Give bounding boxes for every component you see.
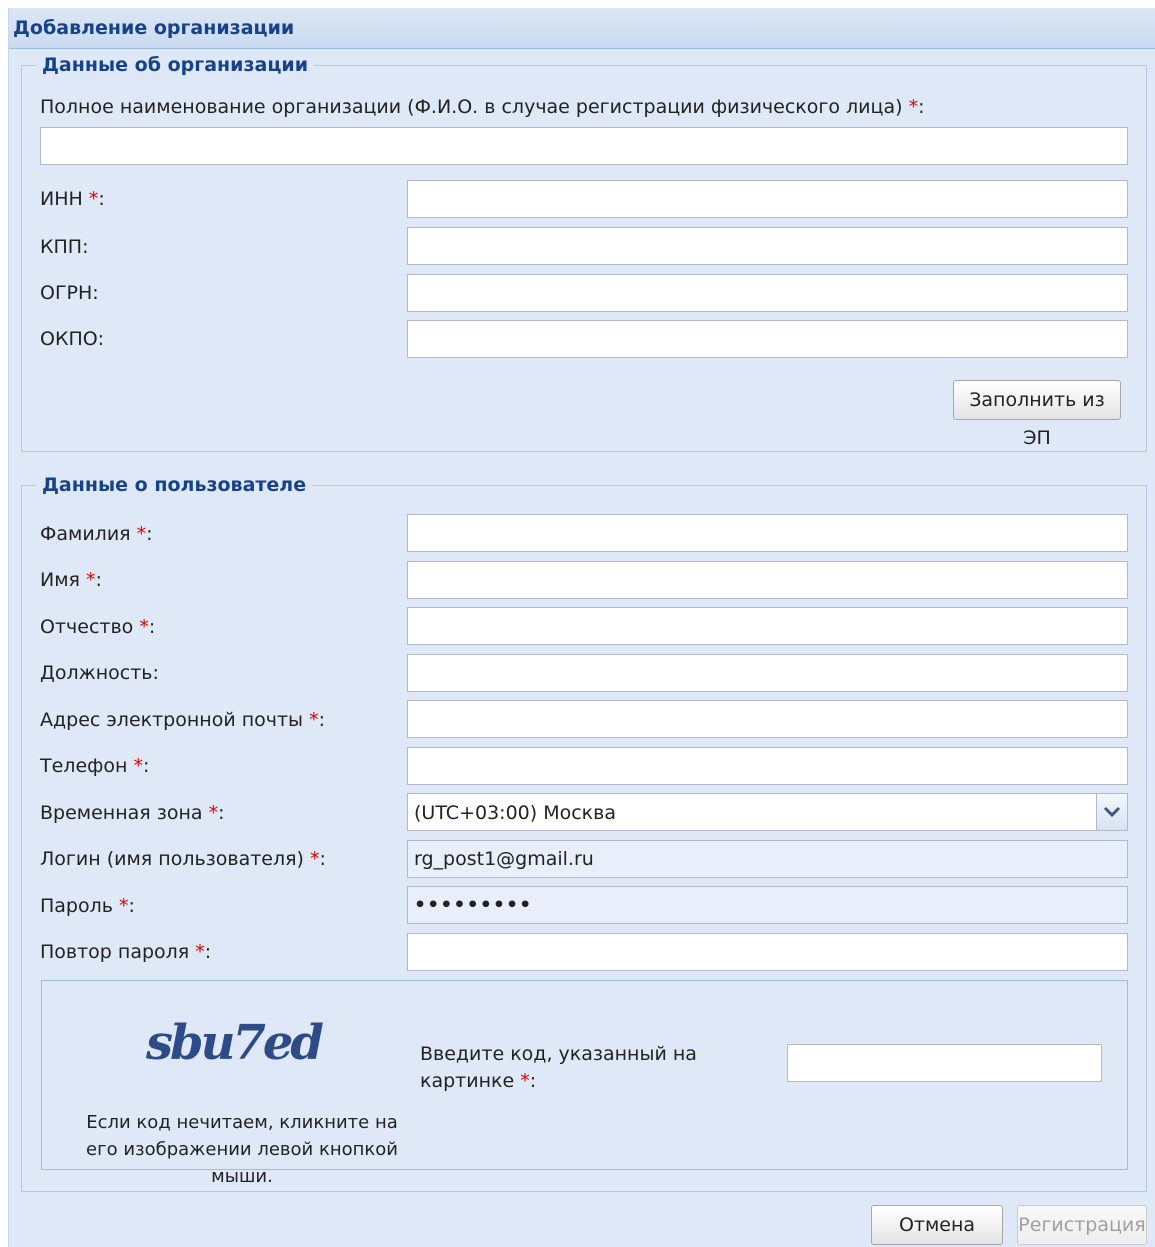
ogrn-input[interactable] [407, 274, 1128, 312]
password-label: Пароль *: [40, 895, 135, 917]
fill-from-signature-button[interactable]: Заполнить из ЭП [953, 380, 1121, 449]
password-repeat-label: Повтор пароля *: [40, 941, 212, 963]
firstname-input[interactable] [407, 561, 1128, 599]
kpp-label: КПП: [40, 236, 89, 258]
required-mark: * [908, 96, 919, 118]
required-mark: * [520, 1070, 530, 1092]
window-title: Добавление организации [13, 17, 295, 39]
inn-input[interactable] [407, 180, 1128, 218]
middlename-label: Отчество *: [40, 616, 156, 638]
inn-label: ИНН *: [40, 188, 105, 210]
chevron-down-icon [1103, 806, 1121, 818]
position-input[interactable] [407, 654, 1128, 692]
org-legend: Данные об организации [42, 54, 309, 76]
captcha-panel: sbu7ed Если код нечитаем, кликните на ег… [41, 980, 1128, 1187]
login-input[interactable] [407, 840, 1128, 878]
kpp-input[interactable] [407, 227, 1128, 265]
required-mark: * [310, 848, 320, 870]
password-repeat-input[interactable] [407, 933, 1128, 971]
middlename-input[interactable] [407, 607, 1128, 645]
required-mark: * [195, 941, 205, 963]
fullname-input[interactable] [40, 127, 1128, 165]
required-mark: * [119, 895, 129, 917]
phone-label: Телефон *: [40, 755, 150, 777]
email-input[interactable] [407, 700, 1128, 738]
fullname-label: Полное наименование организации (Ф.И.О. … [40, 96, 925, 118]
add-organization-window: Добавление организации Данные об организ… [8, 8, 1155, 1247]
required-mark: * [88, 188, 99, 210]
cancel-button[interactable]: Отмена [871, 1205, 1003, 1245]
user-legend: Данные о пользователе [42, 474, 307, 496]
position-label: Должность: [40, 662, 159, 684]
timezone-select[interactable]: (UTC+03:00) Москва [407, 793, 1128, 831]
required-mark: * [208, 802, 219, 824]
login-label: Логин (имя пользователя) *: [40, 848, 326, 870]
captcha-image[interactable]: sbu7ed [146, 1015, 324, 1071]
okpo-label: ОКПО: [40, 328, 105, 350]
okpo-input[interactable] [407, 320, 1128, 358]
dropdown-trigger[interactable] [1096, 794, 1127, 830]
captcha-input-label: Введите код, указанный на картинке *: [420, 1043, 697, 1092]
phone-input[interactable] [407, 747, 1128, 785]
window-titlebar: Добавление организации [9, 8, 1155, 49]
required-mark: * [136, 523, 147, 545]
captcha-hint: Если код нечитаем, кликните на его изобр… [86, 1112, 398, 1187]
required-mark: * [86, 569, 96, 591]
required-mark: * [133, 755, 143, 777]
email-label: Адрес электронной почты *: [40, 709, 326, 731]
register-button[interactable]: Регистрация [1017, 1205, 1147, 1245]
ogrn-label: ОГРН: [40, 282, 99, 304]
timezone-value: (UTC+03:00) Москва [414, 802, 616, 824]
captcha-input[interactable] [787, 1044, 1102, 1082]
lastname-label: Фамилия *: [40, 523, 153, 545]
required-mark: * [309, 709, 319, 731]
required-mark: * [139, 616, 149, 638]
password-input[interactable] [407, 886, 1128, 924]
firstname-label: Имя *: [40, 569, 102, 591]
timezone-label: Временная зона *: [40, 802, 225, 824]
lastname-input[interactable] [407, 514, 1128, 552]
